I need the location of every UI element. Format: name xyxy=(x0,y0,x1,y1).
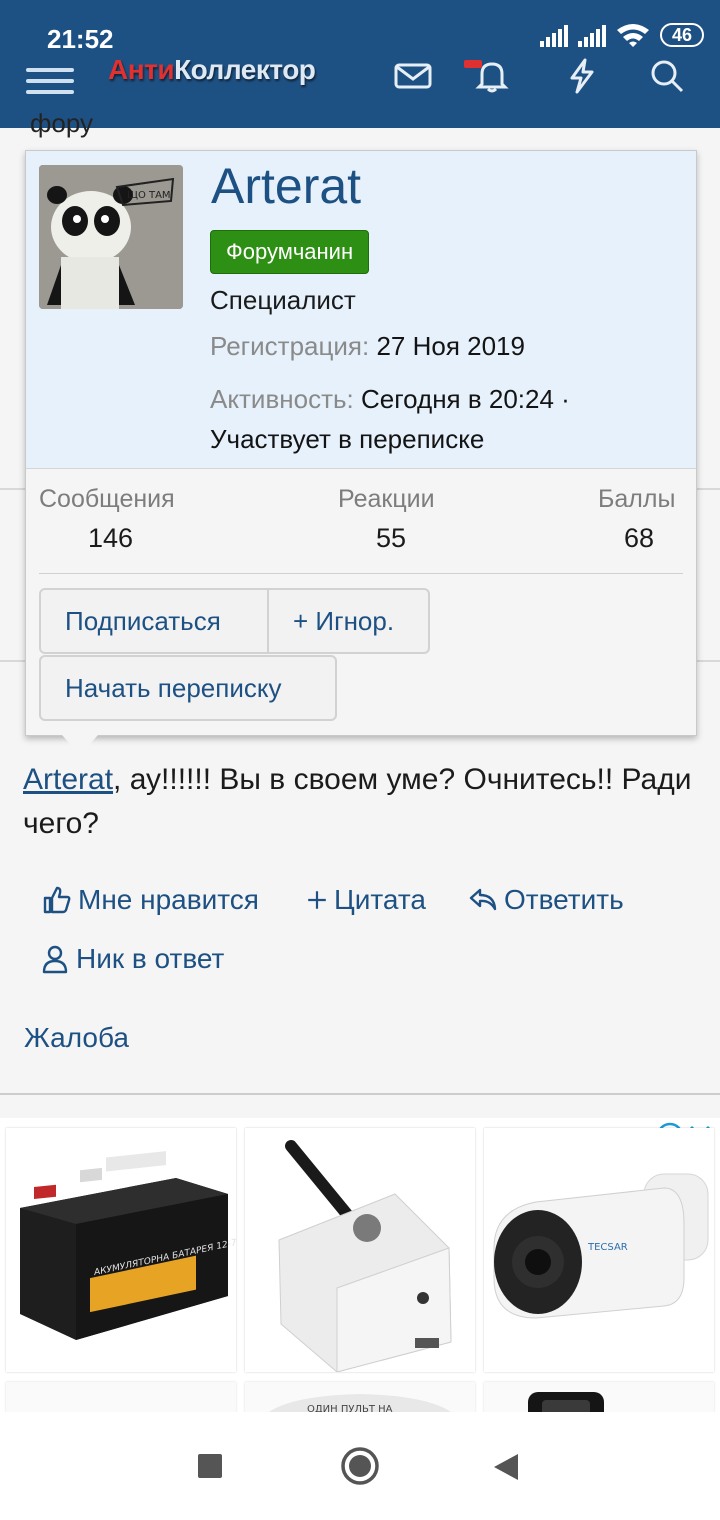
camera-product-image: TECSAR xyxy=(493,1173,709,1319)
svg-text:ЩО ТАМ: ЩО ТАМ xyxy=(127,190,171,201)
report-link[interactable]: Жалоба xyxy=(24,1022,129,1054)
reply-arrow-icon xyxy=(469,888,497,911)
signal-icon xyxy=(539,23,568,47)
stat-reactions-label: Реакции xyxy=(338,485,435,513)
registration-label: Регистрация: xyxy=(210,331,370,361)
nick-reply-label: Ник в ответ xyxy=(76,943,225,974)
user-title: Специалист xyxy=(210,285,356,315)
ignore-button[interactable]: + Игнор. xyxy=(267,588,430,654)
like-label: Мне нравится xyxy=(78,884,259,915)
stat-points-label: Баллы xyxy=(598,485,676,513)
wifi-icon xyxy=(616,24,649,47)
app-top-bar: 21:52 46 АнтиКоллектор xyxy=(0,0,720,128)
reply-label: Ответить xyxy=(504,884,624,915)
recents-icon[interactable] xyxy=(198,1454,222,1478)
start-conversation-button[interactable]: Начать переписку xyxy=(39,655,337,721)
activity-label: Активность: xyxy=(210,384,354,414)
popup-pointer xyxy=(62,735,98,755)
site-logo[interactable]: АнтиКоллектор xyxy=(108,54,316,86)
bell-icon[interactable] xyxy=(464,56,512,96)
profile-username[interactable]: Arterat xyxy=(211,157,361,215)
post-body: , ау!!!!!! Вы в своем уме? Очнитесь!! Ра… xyxy=(23,763,692,840)
thumbs-up-icon xyxy=(43,886,71,914)
battery-product-image: АКУМУЛЯТОРНА БАТАРЕЯ 12-7 Ah Серія B xyxy=(20,1151,236,1340)
ad-product-camera[interactable]: TECSAR xyxy=(484,1128,714,1372)
ad-product-relay[interactable] xyxy=(245,1128,475,1372)
home-icon[interactable] xyxy=(340,1446,380,1486)
post-divider xyxy=(0,1093,720,1095)
card-divider xyxy=(39,573,683,574)
nick-reply-button[interactable]: Ник в ответ xyxy=(40,943,224,975)
post-message: Arterat, ау!!!!!! Вы в своем уме? Очните… xyxy=(23,758,703,846)
user-icon xyxy=(42,945,68,974)
relay-product-image xyxy=(278,1140,452,1372)
profile-popup: ЩО ТАМ Arterat Форумчанин Специалист Рег… xyxy=(25,150,697,736)
quote-label: Цитата xyxy=(334,884,426,915)
plus-icon xyxy=(308,891,326,909)
registration-info: Регистрация: 27 Ноя 2019 xyxy=(210,331,525,362)
notification-dot xyxy=(464,60,482,68)
group-badge: Форумчанин xyxy=(210,230,370,274)
status-time: 21:52 xyxy=(47,24,114,54)
avatar[interactable]: ЩО ТАМ xyxy=(39,165,183,309)
profile-header: ЩО ТАМ Arterat Форумчанин Специалист Рег… xyxy=(26,151,696,469)
registration-value: 27 Ноя 2019 xyxy=(376,331,525,361)
stat-messages-label: Сообщения xyxy=(39,485,175,513)
system-navigation-bar xyxy=(0,1412,720,1520)
user-mention-link[interactable]: Arterat xyxy=(23,763,113,796)
activity-info: Активность: Сегодня в 20:24 · Участвует … xyxy=(210,379,680,459)
quote-button[interactable]: Цитата xyxy=(306,884,426,916)
stat-points-value[interactable]: 68 xyxy=(624,523,654,554)
bolt-icon[interactable] xyxy=(562,56,602,96)
back-icon[interactable] xyxy=(492,1452,520,1482)
logo-part-white: Коллектор xyxy=(174,54,316,85)
ad-banner[interactable]: АКУМУЛЯТОРНА БАТАРЕЯ 12-7 Ah Серія B TEC… xyxy=(0,1118,720,1422)
signal-icon xyxy=(577,23,606,47)
stat-reactions-value: 55 xyxy=(376,523,407,553)
camera-ad-label: TECSAR xyxy=(587,1242,628,1253)
stat-messages-value[interactable]: 146 xyxy=(88,523,133,554)
reply-button[interactable]: Ответить xyxy=(468,884,624,916)
follow-button[interactable]: Подписаться xyxy=(39,588,269,654)
ad-product-battery[interactable]: АКУМУЛЯТОРНА БАТАРЕЯ 12-7 Ah Серія B xyxy=(6,1128,236,1372)
menu-icon[interactable] xyxy=(26,68,74,94)
search-icon[interactable] xyxy=(647,56,687,96)
logo-part-red: Анти xyxy=(108,54,175,85)
status-icons: 46 xyxy=(539,22,704,48)
like-button[interactable]: Мне нравится xyxy=(42,884,259,916)
mail-icon[interactable] xyxy=(393,56,433,96)
background-text: фору xyxy=(30,108,94,138)
battery-icon: 46 xyxy=(659,23,704,47)
